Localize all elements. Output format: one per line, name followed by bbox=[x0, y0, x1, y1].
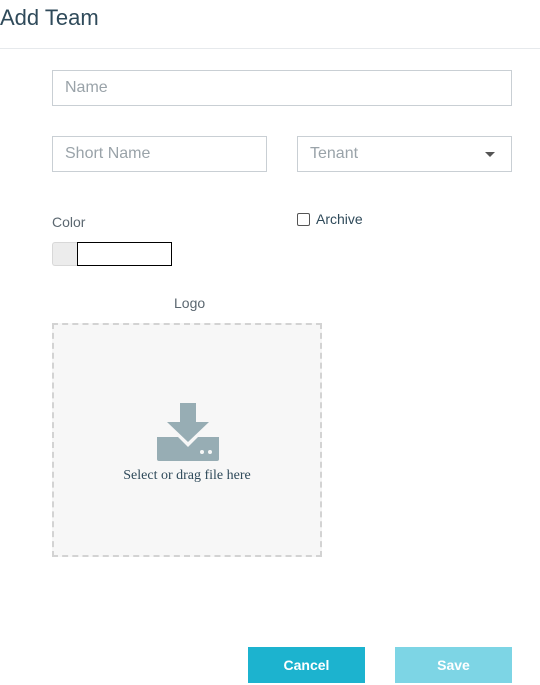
dropzone-text: Select or drag file here bbox=[123, 468, 251, 483]
add-team-dialog: Add Team Tenant Color Archive Logo Selec… bbox=[0, 0, 540, 685]
short-name-field[interactable] bbox=[52, 136, 267, 172]
name-input[interactable] bbox=[53, 71, 511, 105]
download-icon bbox=[157, 403, 219, 461]
archive-option[interactable]: Archive bbox=[297, 211, 363, 227]
save-button[interactable]: Save bbox=[395, 647, 512, 683]
cancel-button[interactable]: Cancel bbox=[248, 647, 365, 683]
header-divider bbox=[0, 48, 540, 49]
logo-dropzone[interactable]: Select or drag file here bbox=[52, 323, 322, 557]
name-field[interactable] bbox=[52, 70, 512, 106]
tenant-placeholder: Tenant bbox=[310, 145, 359, 162]
dialog-title: Add Team bbox=[0, 5, 99, 30]
color-swatch[interactable] bbox=[52, 242, 78, 266]
chevron-down-icon bbox=[485, 151, 495, 157]
color-label: Color bbox=[52, 214, 86, 230]
archive-checkbox[interactable] bbox=[297, 212, 310, 226]
short-name-input[interactable] bbox=[53, 137, 266, 171]
tenant-select[interactable]: Tenant bbox=[297, 136, 512, 172]
logo-label: Logo bbox=[174, 295, 206, 311]
archive-label: Archive bbox=[316, 211, 363, 227]
color-input[interactable] bbox=[77, 242, 172, 266]
